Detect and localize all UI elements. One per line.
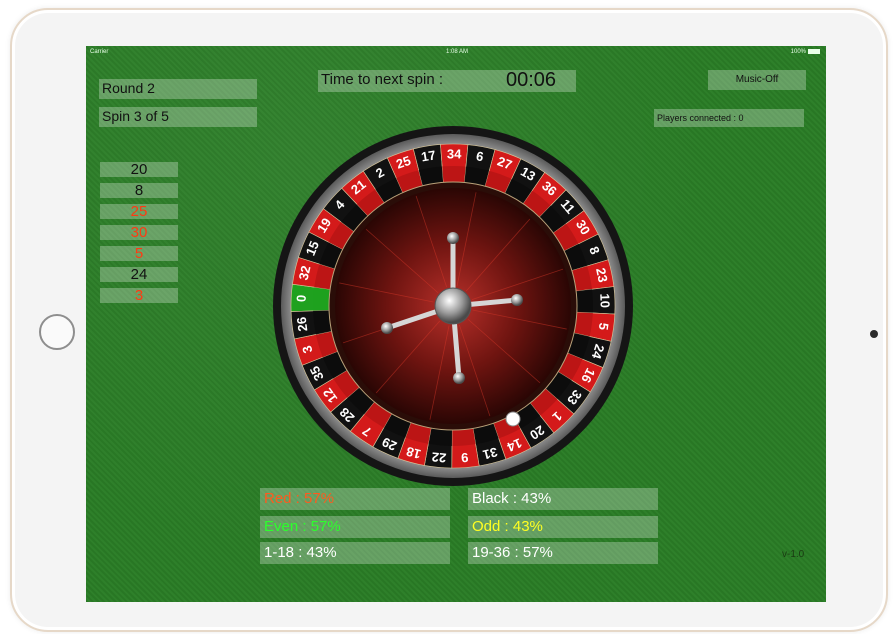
camera-dot — [870, 330, 878, 338]
battery-level: 100% — [790, 49, 806, 55]
home-button[interactable] — [39, 314, 75, 350]
players-connected: Players connected : 0 — [654, 109, 804, 127]
wheel-number-label: 17 — [420, 147, 437, 164]
previous-numbers-list: 20 8 25 30 5 24 3 — [100, 162, 178, 309]
roulette-wheel-graphic: 0321519421225 17 34 6 2713361130823105241633… — [273, 126, 633, 486]
history-item: 8 — [100, 183, 178, 198]
spin-timer: Time to next spin : 00:06 — [318, 69, 576, 92]
stat-even: Even : 57% — [260, 516, 450, 538]
stat-red: Red : 57% — [260, 488, 450, 510]
spinner-hub — [434, 287, 472, 325]
stat-black: Black : 43% — [468, 488, 658, 510]
history-item: 3 — [100, 288, 178, 303]
spinner-knob — [511, 294, 523, 306]
timer-value: 00:06 — [506, 69, 557, 91]
history-item: 24 — [100, 267, 178, 282]
spinner-knob — [447, 232, 459, 244]
wheel-number-label: 0 — [293, 294, 308, 302]
status-bar: Carrier 1:08 AM 100% — [86, 46, 826, 58]
status-carrier: Carrier — [90, 49, 109, 55]
history-item: 25 — [100, 204, 178, 219]
battery-icon — [808, 48, 820, 54]
wheel-number-label: 23 — [593, 266, 611, 283]
wheel-number-label: 26 — [294, 316, 311, 332]
wheel-number-label: 10 — [597, 293, 612, 308]
wheel-number-label: 22 — [431, 449, 447, 465]
history-item: 20 — [100, 162, 178, 177]
status-battery: 100% — [791, 46, 820, 58]
spinner-knob — [453, 372, 465, 384]
stat-odd: Odd : 43% — [468, 516, 658, 538]
roulette-ball — [505, 411, 521, 427]
wheel-pocket-band — [428, 428, 453, 446]
spin-label: Spin 3 of 5 — [99, 107, 257, 127]
wheel-pocket-band — [442, 166, 466, 183]
wheel-pocket-band — [313, 287, 331, 311]
timer-label: Time to next spin : — [321, 71, 443, 88]
round-label: Round 2 — [99, 79, 257, 99]
spinner-knob — [381, 322, 393, 334]
wheel-pocket-band — [576, 289, 593, 313]
game-screen: Carrier 1:08 AM 100% Round 2 Spin 3 of 5… — [86, 46, 826, 602]
stat-19-36: 19-36 : 57% — [468, 542, 658, 564]
history-item: 30 — [100, 225, 178, 240]
status-time: 1:08 AM — [446, 49, 469, 55]
roulette-wheel[interactable]: 0 32 15 19 4 21 2 25 17 34 6 27 13 36 11 30 8 23 10 5 24 16 33… — [272, 125, 634, 487]
version-label: v-1.0 — [782, 549, 805, 560]
wheel-number-label: 9 — [461, 450, 469, 466]
wheel-pocket-band — [451, 428, 476, 446]
wheel-number-label: 34 — [447, 146, 462, 161]
history-item: 5 — [100, 246, 178, 261]
music-toggle-button[interactable]: Music-Off — [708, 70, 806, 90]
stat-1-18: 1-18 : 43% — [260, 542, 450, 564]
